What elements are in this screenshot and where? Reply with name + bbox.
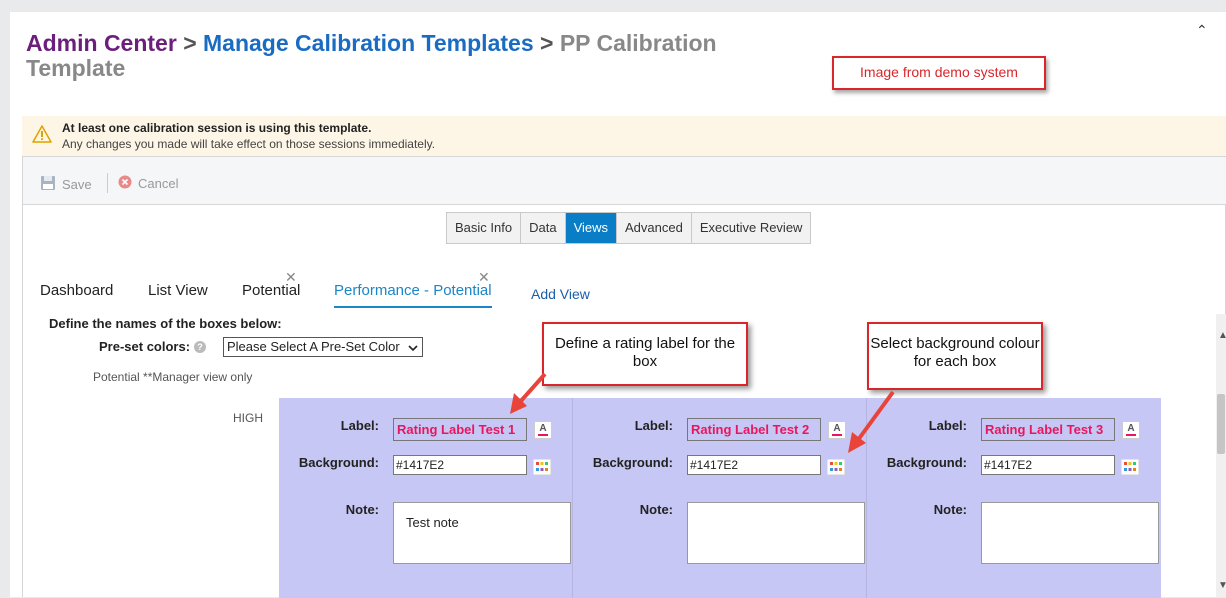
demo-system-note: Image from demo system [832, 56, 1046, 90]
help-icon[interactable]: ? [194, 340, 207, 353]
rating-label-input-1[interactable]: Rating Label Test 1 [393, 418, 527, 441]
note-textarea-3[interactable] [981, 502, 1159, 564]
view-tab-list-view[interactable]: List View [148, 282, 208, 299]
warning-banner: At least one calibration session is usin… [22, 116, 1226, 156]
scroll-down-arrow-icon[interactable]: ▼ [1218, 580, 1226, 591]
color-palette-icon[interactable] [827, 459, 845, 475]
tab-views[interactable]: Views [565, 213, 618, 243]
tab-data[interactable]: Data [521, 213, 566, 243]
toolbar: Save Cancel [23, 157, 1226, 205]
tab-basic-info[interactable]: Basic Info [447, 213, 522, 243]
grid-box-2: Label: Rating Label Test 2 A Background:… [573, 398, 867, 598]
preset-color-select[interactable]: Please Select A Pre-Set Color [223, 337, 423, 357]
background-color-input-1[interactable]: #1417E2 [393, 455, 527, 475]
note-field-label: Note: [933, 502, 967, 517]
box-grid: Label: Rating Label Test 1 A Background:… [279, 398, 1161, 598]
breadcrumb: Admin Center > Manage Calibration Templa… [26, 31, 786, 81]
note-textarea-2[interactable] [687, 502, 865, 564]
breadcrumb-admin-center[interactable]: Admin Center [26, 30, 177, 56]
breadcrumb-separator: > [540, 30, 554, 56]
warning-message: Any changes you made will take effect on… [62, 137, 436, 151]
row-label-high: HIGH [233, 411, 263, 425]
close-performance-potential-view-icon[interactable]: ✕ [478, 269, 490, 286]
tab-advanced[interactable]: Advanced [617, 213, 692, 243]
text-color-icon[interactable]: A [534, 421, 552, 439]
breadcrumb-manage-templates[interactable]: Manage Calibration Templates [203, 30, 534, 56]
callout-rating-label: Define a rating label for the box [542, 322, 748, 386]
callout-background-colour: Select background colour for each box [867, 322, 1043, 390]
save-button[interactable]: Save [40, 175, 92, 194]
color-palette-icon[interactable] [1121, 459, 1139, 475]
color-palette-icon[interactable] [533, 459, 551, 475]
chevron-down-icon [407, 341, 419, 359]
note-field-label: Note: [639, 502, 673, 517]
warning-icon [32, 125, 52, 148]
grid-box-3: Label: Rating Label Test 3 A Background:… [867, 398, 1161, 598]
page: ⌃ Admin Center > Manage Calibration Temp… [10, 12, 1226, 598]
vertical-scrollbar[interactable] [1216, 314, 1226, 597]
background-color-input-3[interactable]: #1417E2 [981, 455, 1115, 475]
breadcrumb-separator: > [183, 30, 197, 56]
cancel-icon [118, 175, 132, 192]
label-field-label: Label: [634, 418, 673, 433]
view-tab-performance-potential[interactable]: Performance - Potential [334, 282, 492, 308]
note-field-label: Note: [345, 502, 379, 517]
rating-label-input-2[interactable]: Rating Label Test 2 [687, 418, 821, 441]
background-field-label: Background: [886, 455, 967, 470]
view-tabs: Dashboard List View Potential ✕ Performa… [23, 269, 1226, 315]
template-tabs: Basic Info Data Views Advanced Executive… [446, 212, 812, 244]
background-field-label: Background: [592, 455, 673, 470]
save-label: Save [62, 177, 92, 192]
collapse-chevron-icon[interactable]: ⌃ [1196, 22, 1208, 39]
close-potential-view-icon[interactable]: ✕ [285, 269, 297, 286]
save-icon [40, 175, 56, 194]
add-view-link[interactable]: Add View [531, 286, 590, 302]
note-textarea-1[interactable]: Test note [393, 502, 571, 564]
warning-title: At least one calibration session is usin… [62, 121, 372, 135]
scrollbar-thumb[interactable] [1217, 394, 1225, 454]
define-boxes-heading: Define the names of the boxes below: [49, 316, 282, 331]
preset-colors-label-text: Pre-set colors: [99, 339, 191, 354]
toolbar-divider [107, 173, 108, 193]
cancel-button[interactable]: Cancel [118, 175, 178, 192]
label-field-label: Label: [928, 418, 967, 433]
grid-box-1: Label: Rating Label Test 1 A Background:… [279, 398, 573, 598]
background-field-label: Background: [298, 455, 379, 470]
potential-axis-label: Potential **Manager view only [93, 370, 253, 384]
label-field-label: Label: [340, 418, 379, 433]
preset-color-select-value: Please Select A Pre-Set Color [227, 339, 400, 354]
tab-executive-review[interactable]: Executive Review [692, 213, 811, 243]
scroll-up-arrow-icon[interactable]: ▲ [1218, 330, 1226, 341]
background-color-input-2[interactable]: #1417E2 [687, 455, 821, 475]
preset-colors-label: Pre-set colors: ? [99, 339, 207, 354]
cancel-label: Cancel [138, 176, 179, 191]
rating-label-input-3[interactable]: Rating Label Test 3 [981, 418, 1115, 441]
view-tab-dashboard[interactable]: Dashboard [40, 282, 113, 299]
text-color-icon[interactable]: A [828, 421, 846, 439]
text-color-icon[interactable]: A [1122, 421, 1140, 439]
